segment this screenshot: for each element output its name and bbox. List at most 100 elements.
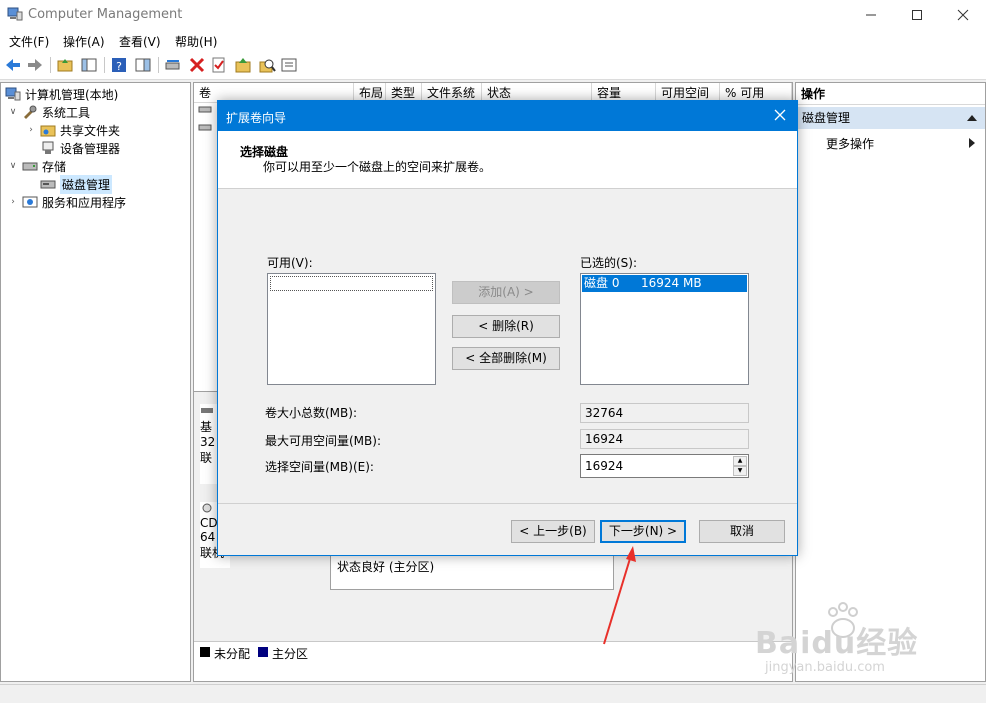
partition-block[interactable]: 状态良好 (主分区) (330, 552, 614, 590)
menu-help[interactable]: 帮助(H) (175, 33, 217, 50)
remove-all-button[interactable]: < 全部删除(M) (452, 347, 560, 370)
available-disks-list[interactable] (267, 273, 436, 385)
stepper-arrows: ▲ ▼ (733, 456, 747, 476)
select-space-stepper[interactable]: 16924 ▲ ▼ (580, 454, 749, 478)
menu-view[interactable]: 查看(V) (119, 33, 161, 50)
list-view-icon[interactable] (280, 56, 298, 74)
available-label: 可用(V): (267, 256, 313, 270)
forward-arrow-icon[interactable] (26, 56, 44, 74)
more-actions-label: 更多操作 (826, 137, 875, 151)
selected-disk-name: 磁盘 0 (584, 276, 620, 290)
window-titlebar: Computer Management (0, 0, 986, 30)
device-manager-icon (42, 141, 54, 154)
volume-drive-icon (198, 106, 212, 131)
maximize-button[interactable] (894, 0, 940, 30)
select-space-label: 选择空间量(MB)(E): (265, 460, 374, 474)
legend-primary-label: 主分区 (272, 647, 309, 661)
tree-item-services[interactable]: › 服务和应用程序 (7, 193, 126, 211)
tree-item-root[interactable]: 计算机管理(本地) (5, 85, 118, 103)
annotation-arrow-icon (603, 546, 636, 645)
dialog-header: 选择磁盘 你可以用至少一个磁盘上的空间来扩展卷。 (218, 131, 797, 189)
computer-management-icon (5, 87, 21, 101)
selected-label: 已选的(S): (580, 256, 638, 270)
menu-action[interactable]: 操作(A) (63, 33, 105, 50)
tree-label: 磁盘管理 (60, 174, 113, 194)
tree-label: 系统工具 (42, 105, 91, 120)
console-tree: 计算机管理(本地) ∨ 系统工具 › 共享文件夹 设备管理器 ∨ 存储 磁盘管理… (0, 82, 191, 682)
check-document-icon[interactable] (210, 56, 228, 74)
total-size-field: 32764 (580, 403, 749, 423)
remove-button[interactable]: < 删除(R) (452, 315, 560, 338)
tree-item-device-manager[interactable]: 设备管理器 (40, 139, 120, 157)
max-space-field: 16924 (580, 429, 749, 449)
dialog-separator (218, 503, 797, 504)
tree-item-shared-folders[interactable]: › 共享文件夹 (25, 121, 120, 139)
minimize-icon (866, 14, 876, 16)
toolbar: ? (0, 52, 986, 80)
selected-disks-list[interactable]: 磁盘 0 16924 MB (580, 273, 749, 385)
chevron-down-icon[interactable]: ∨ (7, 161, 19, 171)
stepper-up-icon[interactable]: ▲ (733, 456, 747, 466)
chevron-down-icon[interactable]: ∨ (7, 107, 19, 117)
help-icon[interactable]: ? (110, 56, 128, 74)
close-window-button[interactable] (940, 0, 986, 30)
collapse-up-icon (967, 115, 977, 121)
submenu-arrow-icon (969, 138, 975, 148)
total-size-label: 卷大小总数(MB): (265, 406, 357, 420)
dialog-titlebar: 扩展卷向导 (218, 101, 797, 131)
tree-label: 设备管理器 (60, 141, 121, 156)
tree-item-storage[interactable]: ∨ 存储 (7, 157, 66, 175)
max-space-label: 最大可用空间量(MB): (265, 434, 381, 448)
up-folder-icon[interactable] (56, 56, 74, 74)
selected-disk-row[interactable]: 磁盘 0 16924 MB (582, 275, 747, 292)
actions-pane: 操作 磁盘管理 更多操作 (795, 82, 986, 682)
show-hide-tree-icon[interactable] (80, 56, 98, 74)
menu-bar: 文件(F) 操作(A) 查看(V) 帮助(H) (0, 30, 986, 52)
select-space-value: 16924 (585, 459, 624, 473)
dialog-subheading: 你可以用至少一个磁盘上的空间来扩展卷。 (263, 160, 492, 174)
status-bar (0, 684, 986, 703)
back-button[interactable]: < 上一步(B) (511, 520, 595, 543)
disk-icon (201, 408, 213, 413)
legend-unallocated-label: 未分配 (214, 647, 251, 661)
chevron-right-icon[interactable]: › (25, 125, 37, 135)
legend: 未分配 主分区 (194, 641, 792, 661)
more-actions-item[interactable]: 更多操作 (826, 135, 874, 152)
chevron-right-icon[interactable]: › (7, 197, 19, 207)
actions-section-label: 磁盘管理 (802, 111, 851, 125)
search-folder-icon[interactable] (258, 56, 276, 74)
menu-file[interactable]: 文件(F) (9, 33, 49, 50)
computer-management-icon (7, 7, 23, 21)
legend-unallocated-swatch (200, 647, 210, 657)
connect-drive-icon[interactable] (164, 56, 182, 74)
add-button[interactable]: 添加(A) > (452, 281, 560, 304)
import-folder-icon[interactable] (234, 56, 252, 74)
minimize-button[interactable] (848, 0, 894, 30)
services-icon (22, 196, 38, 208)
tree-label: 存储 (42, 159, 67, 174)
maximize-icon (912, 10, 922, 20)
disk-management-icon (40, 180, 56, 189)
actions-header: 操作 (796, 83, 985, 105)
watermark-brand: Baidu经验 (755, 626, 919, 661)
extend-volume-wizard-dialog: 扩展卷向导 选择磁盘 你可以用至少一个磁盘上的空间来扩展卷。 可用(V): 已选… (217, 100, 798, 556)
tree-item-system-tools[interactable]: ∨ 系统工具 (7, 103, 90, 121)
selected-disk-size: 16924 MB (641, 276, 702, 290)
delete-icon[interactable] (188, 56, 206, 74)
svg-text:?: ? (116, 60, 122, 73)
cdrom-icon (202, 503, 212, 513)
baidu-watermark: Baidu经验 jingyan.baidu.com (755, 600, 935, 680)
dialog-title: 扩展卷向导 (226, 111, 287, 125)
stepper-down-icon[interactable]: ▼ (733, 466, 747, 476)
cancel-button[interactable]: 取消 (699, 520, 785, 543)
back-arrow-icon[interactable] (4, 56, 22, 74)
watermark-url: jingyan.baidu.com (765, 660, 885, 675)
tree-label: 服务和应用程序 (42, 195, 127, 210)
storage-icon (22, 162, 38, 171)
properties-pane-icon[interactable] (134, 56, 152, 74)
partition-status: 状态良好 (主分区) (337, 560, 435, 574)
close-icon[interactable] (771, 106, 789, 124)
actions-section-disk-management[interactable]: 磁盘管理 (796, 107, 985, 129)
shared-folder-icon (40, 125, 56, 137)
tree-item-disk-management[interactable]: 磁盘管理 (40, 174, 113, 194)
